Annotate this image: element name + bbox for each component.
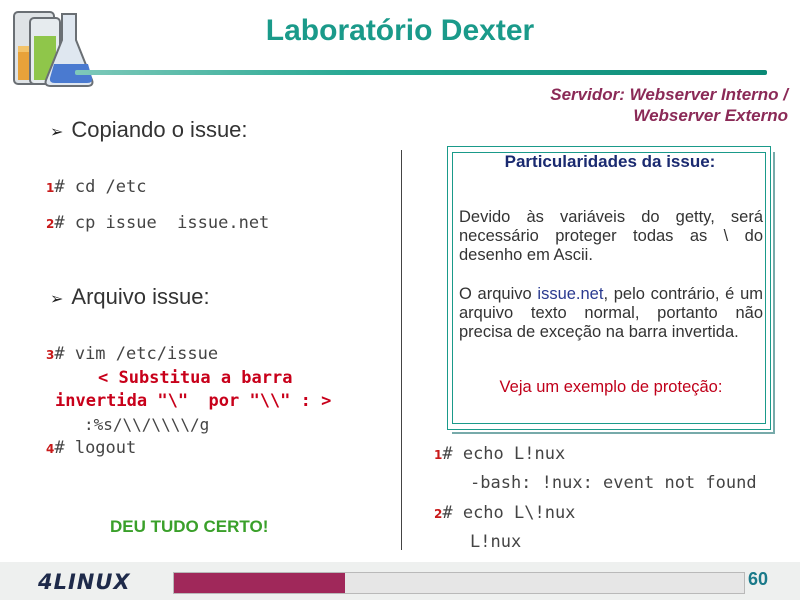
info-paragraph-2: O arquivo issue.net, pelo contrário, é u… bbox=[459, 285, 763, 342]
page-number: 60 bbox=[748, 569, 769, 589]
paragraph-text: O arquivo bbox=[459, 285, 538, 303]
arrow-bullet-icon: ➢ bbox=[50, 124, 64, 141]
server-label: Servidor: Webserver Interno / Webserver … bbox=[550, 84, 788, 126]
substitution-command: :%s/\\/\\\\/g bbox=[84, 415, 210, 434]
company-logo: 4LINUX bbox=[38, 570, 131, 594]
title-underline bbox=[75, 70, 767, 75]
command-text: # echo L!nux bbox=[442, 444, 566, 464]
command-text: # logout bbox=[54, 438, 137, 458]
info-paragraph-1: Devido às variáveis do getty, será neces… bbox=[459, 208, 763, 264]
bullet-text: Arquivo issue: bbox=[71, 284, 210, 309]
slide-progress-bar bbox=[173, 572, 745, 594]
command-text: # cd /etc bbox=[54, 177, 147, 197]
command-line-4: 4# logout bbox=[46, 438, 136, 458]
example-command-1: 1# echo L!nux bbox=[434, 444, 565, 464]
page-title: Laboratório Dexter bbox=[265, 14, 535, 47]
bullet-copying-issue: ➢ Copiando o issue: bbox=[50, 117, 248, 143]
arrow-bullet-icon: ➢ bbox=[50, 291, 64, 308]
filename-highlight: issue.net bbox=[537, 285, 604, 303]
command-line-2: 2# cp issue issue.net bbox=[46, 213, 269, 233]
example-command-2: 2# echo L\!nux bbox=[434, 503, 575, 523]
lab-flasks-icon bbox=[10, 6, 100, 92]
command-text: # vim /etc/issue bbox=[54, 344, 219, 364]
command-text: # echo L\!nux bbox=[442, 503, 576, 523]
command-line-1: 1# cd /etc bbox=[46, 177, 146, 197]
command-line-3: 3# vim /etc/issue bbox=[46, 344, 218, 364]
server-label-line1: Servidor: Webserver Interno / bbox=[550, 85, 788, 104]
success-message: DEU TUDO CERTO! bbox=[110, 517, 269, 536]
slide-progress-fill bbox=[174, 573, 345, 593]
bullet-issue-file: ➢ Arquivo issue: bbox=[50, 284, 210, 310]
note-line-1: < Substitua a barra bbox=[98, 368, 293, 388]
info-box-title: Particularidades da issue: bbox=[504, 152, 716, 171]
example-output-1: -bash: !nux: event not found bbox=[470, 473, 757, 493]
server-label-line2: Webserver Externo bbox=[633, 106, 788, 125]
example-heading: Veja um exemplo de proteção: bbox=[499, 378, 723, 396]
note-line-2: invertida "\" por "\\" : > bbox=[55, 391, 332, 411]
column-divider bbox=[401, 150, 402, 550]
example-output-2: L!nux bbox=[470, 532, 522, 552]
bullet-text: Copiando o issue: bbox=[71, 117, 248, 142]
command-text: # cp issue issue.net bbox=[54, 213, 270, 233]
